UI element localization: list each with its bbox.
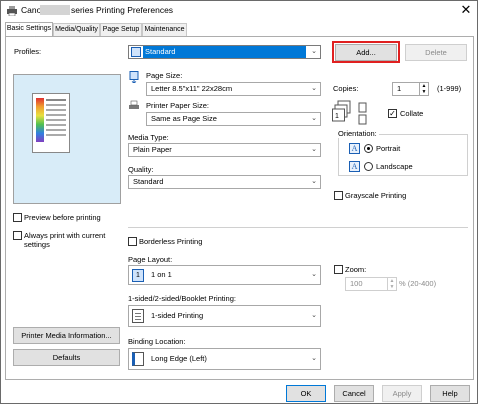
chevron-down-icon: ⌄: [311, 48, 317, 55]
always-print-label-line1: Always print with current: [24, 231, 106, 240]
duplex-value: 1-sided Printing: [151, 311, 204, 320]
printer-paper-size-label: Printer Paper Size:: [146, 101, 209, 110]
copies-spinner-icon[interactable]: ▲ ▼: [419, 83, 428, 95]
quality-label: Quality:: [128, 165, 154, 174]
page-size-dropdown[interactable]: Letter 8.5"x11" 22x28cm ⌄: [146, 82, 321, 96]
printing-preferences-window: Canon series Printing Preferences ✕ Basi…: [0, 0, 478, 404]
collate-stack-icon: [358, 102, 367, 125]
chevron-down-icon: ⌄: [311, 85, 317, 92]
printer-app-icon: [7, 6, 17, 16]
page-layout-label: Page Layout:: [128, 255, 173, 264]
chevron-down-icon: ⌄: [311, 271, 317, 278]
close-icon[interactable]: ✕: [457, 2, 475, 18]
binding-location-label: Binding Location:: [128, 337, 186, 346]
tab-maintenance[interactable]: Maintenance: [142, 23, 187, 37]
zoom-checkbox[interactable]: [334, 265, 343, 274]
landscape-label: Landscape: [376, 162, 413, 171]
window-title: series Printing Preferences: [71, 5, 174, 15]
always-print-label-line2: settings: [24, 240, 50, 249]
printer-media-information-button[interactable]: Printer Media Information...: [13, 327, 120, 344]
binding-location-value: Long Edge (Left): [151, 354, 207, 363]
help-button[interactable]: Help: [430, 385, 470, 402]
delete-profile-button[interactable]: Delete: [405, 44, 467, 61]
profiles-dropdown[interactable]: Standard ⌄: [128, 45, 321, 59]
tab-basic-settings[interactable]: Basic Settings: [5, 22, 53, 37]
profiles-selected-value: Standard: [143, 46, 306, 58]
svg-text:1: 1: [335, 113, 339, 120]
page-layout-dropdown[interactable]: 1 1 on 1 ⌄: [128, 265, 321, 285]
binding-location-dropdown[interactable]: Long Edge (Left) ⌄: [128, 348, 321, 370]
landscape-icon: A: [349, 161, 360, 172]
defaults-button[interactable]: Defaults: [13, 349, 120, 366]
portrait-label: Portrait: [376, 144, 401, 153]
borderless-printing-checkbox[interactable]: [128, 237, 137, 246]
chevron-down-icon: ⌄: [311, 115, 317, 122]
preview-before-printing-label: Preview before printing: [24, 213, 101, 222]
title-bar: Canon series Printing Preferences ✕: [1, 1, 477, 21]
quality-dropdown[interactable]: Standard ⌄: [128, 175, 321, 189]
duplex-label: 1-sided/2-sided/Booklet Printing:: [128, 294, 236, 303]
page-size-icon: [129, 71, 139, 83]
media-type-label: Media Type:: [128, 133, 169, 142]
ok-button[interactable]: OK: [286, 385, 326, 402]
grayscale-label: Grayscale Printing: [345, 191, 407, 200]
copies-label: Copies:: [333, 84, 359, 93]
always-print-checkbox[interactable]: [13, 231, 22, 240]
portrait-icon: A: [349, 143, 360, 154]
collate-label: Collate: [400, 109, 424, 118]
chevron-down-icon: ⌄: [311, 355, 317, 362]
redacted-model-name: [40, 5, 70, 15]
media-type-value: Plain Paper: [133, 145, 172, 154]
copies-range: (1-999): [437, 84, 462, 93]
zoom-range: % (20-400): [399, 279, 437, 288]
apply-button[interactable]: Apply: [382, 385, 422, 402]
one-sided-page-icon: [132, 309, 144, 323]
grayscale-checkbox[interactable]: [334, 191, 343, 200]
copies-value: 1: [397, 84, 402, 93]
landscape-radio[interactable]: [364, 162, 373, 171]
page-layout-value: 1 on 1: [151, 270, 172, 279]
tab-page-setup[interactable]: Page Setup: [100, 23, 142, 37]
page-size-value: Letter 8.5"x11" 22x28cm: [151, 84, 233, 93]
printer-paper-size-dropdown[interactable]: Same as Page Size ⌄: [146, 112, 321, 126]
basic-settings-panel: Profiles: Standard ⌄ Add... Delete Page …: [5, 36, 474, 380]
cancel-button[interactable]: Cancel: [334, 385, 374, 402]
tab-media-quality[interactable]: Media/Quality: [53, 23, 100, 37]
collate-checkbox[interactable]: ✓: [388, 109, 397, 118]
zoom-value: 100: [350, 279, 363, 288]
preview-color-bar: [36, 98, 44, 142]
page-size-label: Page Size:: [146, 71, 183, 80]
profile-icon: [131, 47, 141, 57]
chevron-down-icon: ⌄: [311, 312, 317, 319]
copies-input[interactable]: 1 ▲ ▼: [392, 82, 429, 96]
add-profile-button[interactable]: Add...: [335, 44, 397, 61]
duplex-dropdown[interactable]: 1-sided Printing ⌄: [128, 305, 321, 327]
media-type-dropdown[interactable]: Plain Paper ⌄: [128, 143, 321, 157]
portrait-radio[interactable]: [364, 144, 373, 153]
quality-value: Standard: [133, 177, 164, 186]
preview-page: [32, 93, 70, 153]
chevron-down-icon: ⌄: [311, 178, 317, 185]
page-layout-icon: 1: [132, 269, 144, 282]
chevron-down-icon: ⌄: [311, 146, 317, 153]
collate-pages-icon: 1: [332, 100, 351, 122]
orientation-label: Orientation:: [336, 129, 379, 138]
zoom-label: Zoom:: [345, 265, 367, 274]
printer-paper-icon: [129, 100, 139, 109]
zoom-input[interactable]: 100 ▲ ▼: [345, 277, 397, 291]
printer-paper-size-value: Same as Page Size: [151, 114, 217, 123]
borderless-printing-label: Borderless Printing: [139, 237, 203, 246]
profiles-label: Profiles:: [14, 47, 42, 56]
print-preview: [13, 74, 121, 204]
zoom-spinner-icon[interactable]: ▲ ▼: [387, 278, 396, 290]
section-divider: [128, 227, 468, 228]
preview-before-printing-checkbox[interactable]: [13, 213, 22, 222]
binding-long-edge-icon: [132, 352, 144, 366]
